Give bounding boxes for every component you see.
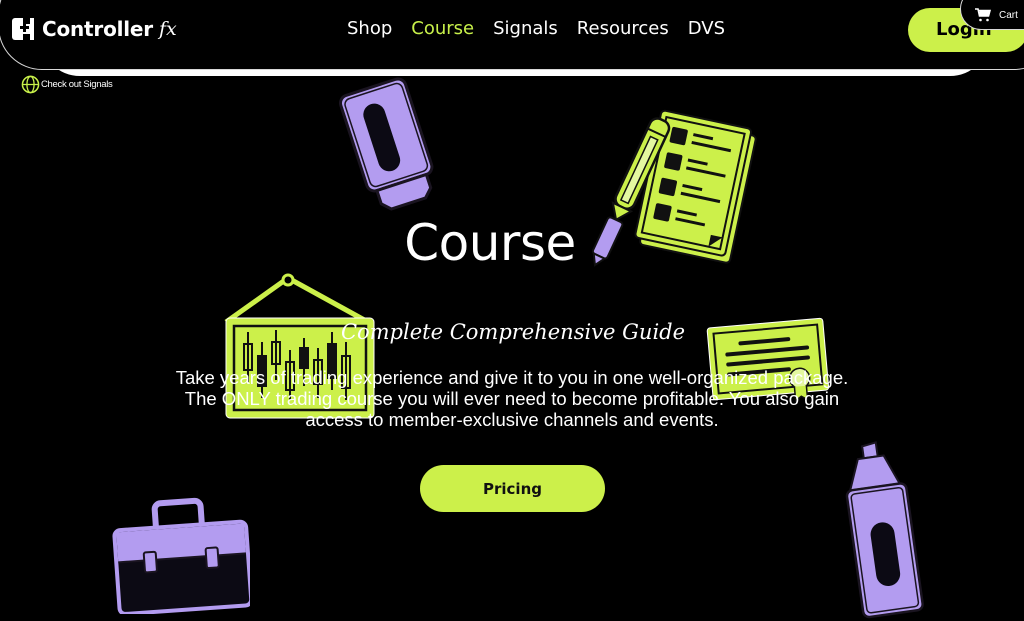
cart-button[interactable]: Cart xyxy=(960,0,1024,30)
highlighter-icon xyxy=(845,441,924,619)
page-title: Course xyxy=(404,214,576,272)
hero-subtitle: Complete Comprehensive Guide xyxy=(340,320,686,344)
brand-name: Controller xyxy=(42,17,153,41)
nav-course[interactable]: Course xyxy=(411,18,474,40)
brand-suffix: fx xyxy=(158,18,177,40)
check-out-signals-label: Check out Signals xyxy=(41,79,113,90)
check-out-signals-link[interactable]: Check out Signals xyxy=(21,75,113,94)
marker-cap-icon xyxy=(338,77,434,211)
nav-signals[interactable]: Signals xyxy=(493,18,558,40)
nav-shop[interactable]: Shop xyxy=(347,18,392,40)
brand-logo[interactable]: Controller fx xyxy=(12,17,177,41)
pricing-button[interactable]: Pricing xyxy=(420,465,605,512)
cart-icon xyxy=(975,8,991,22)
briefcase-icon xyxy=(112,497,250,614)
nav-dvs[interactable]: DVS xyxy=(688,18,725,40)
globe-icon xyxy=(21,75,40,94)
cart-label: Cart xyxy=(999,9,1018,21)
nav-resources[interactable]: Resources xyxy=(577,18,669,40)
hero-description: Take years of trading experience and giv… xyxy=(175,367,849,430)
logo-icon xyxy=(12,18,34,40)
main-nav: Shop Course Signals Resources DVS xyxy=(347,18,744,40)
